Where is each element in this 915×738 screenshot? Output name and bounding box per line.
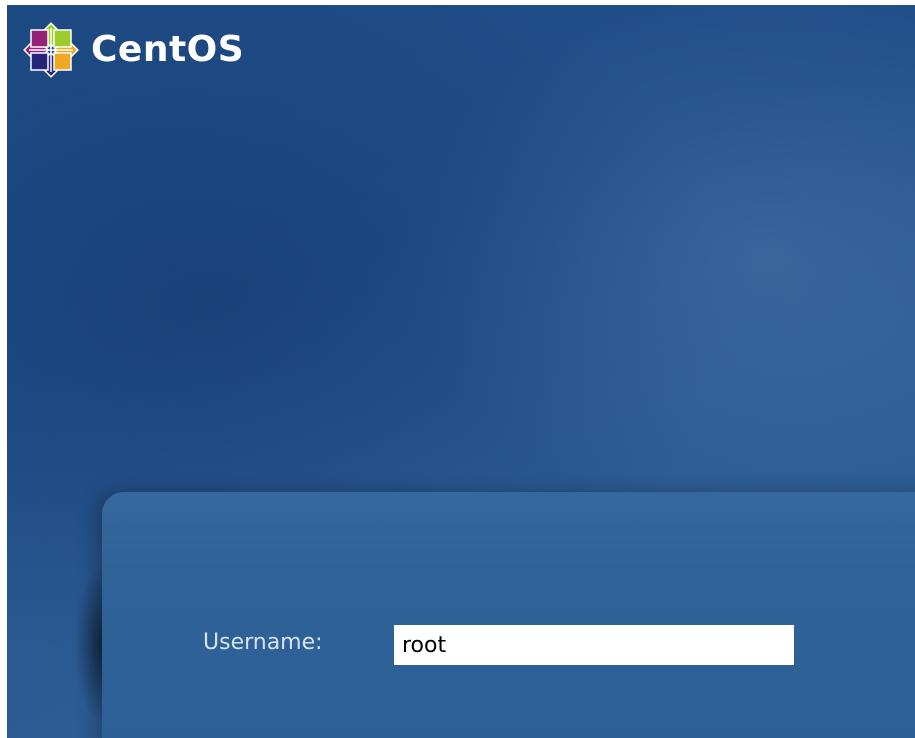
logo-text: CentOS: [91, 29, 245, 70]
username-label: Username:: [203, 630, 323, 655]
login-panel: [102, 492, 915, 738]
centos-logo-icon: [23, 22, 79, 78]
username-input[interactable]: [394, 625, 794, 665]
centos-logo: CentOS: [23, 22, 244, 78]
